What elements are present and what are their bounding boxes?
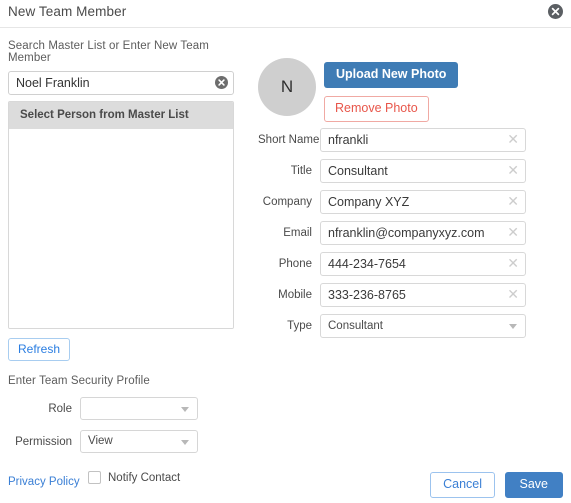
clear-x-icon[interactable]: ✕	[507, 287, 519, 302]
field-input[interactable]	[320, 128, 526, 152]
refresh-button[interactable]: Refresh	[8, 338, 71, 361]
master-list-panel: Search Master List or Enter New Team Mem…	[8, 40, 238, 484]
field-label: Title	[290, 165, 312, 177]
cancel-button[interactable]: Cancel	[430, 472, 496, 498]
clear-circle-icon[interactable]	[215, 76, 228, 89]
type-selected-value: Consultant	[328, 320, 383, 332]
clear-x-icon[interactable]: ✕	[507, 256, 519, 271]
chevron-down-icon	[181, 440, 189, 445]
role-row: Role	[8, 397, 238, 420]
field-wrapper: ✕	[320, 252, 526, 276]
type-row: Type Consultant	[258, 314, 563, 338]
dialog-footer: Cancel Save	[430, 472, 563, 498]
notify-contact-row: Notify Contact	[88, 471, 238, 484]
privacy-policy-link[interactable]: Privacy Policy	[8, 476, 80, 488]
search-input[interactable]	[8, 71, 234, 95]
search-field-wrapper	[8, 71, 234, 95]
fields-container: Short Name✕Title✕Company✕Email✕Phone✕Mob…	[258, 128, 563, 307]
field-wrapper: ✕	[320, 221, 526, 245]
chevron-down-icon	[509, 324, 517, 329]
field-row: Short Name ✕	[258, 128, 563, 152]
field-row: Title ✕	[258, 159, 563, 183]
permission-selected-value: View	[88, 435, 113, 447]
role-label: Role	[48, 402, 72, 415]
clear-x-icon[interactable]: ✕	[507, 194, 519, 209]
notify-contact-checkbox[interactable]	[88, 471, 101, 484]
page-title: New Team Member	[8, 4, 127, 19]
field-wrapper: ✕	[320, 283, 526, 307]
close-icon[interactable]	[548, 4, 563, 19]
avatar: N	[258, 58, 316, 116]
search-label: Search Master List or Enter New Team Mem…	[8, 40, 209, 64]
role-select[interactable]	[80, 397, 198, 420]
field-wrapper: ✕	[320, 159, 526, 183]
field-label: Short Name	[258, 134, 320, 146]
permission-row: Permission View	[8, 430, 238, 453]
save-button[interactable]: Save	[504, 472, 563, 498]
master-list-box[interactable]: Select Person from Master List	[8, 101, 234, 329]
field-input[interactable]	[320, 283, 526, 307]
field-wrapper: ✕	[320, 190, 526, 214]
clear-x-icon[interactable]: ✕	[507, 225, 519, 240]
clear-x-icon[interactable]: ✕	[507, 163, 519, 178]
field-input[interactable]	[320, 190, 526, 214]
type-select[interactable]: Consultant	[320, 314, 526, 338]
chevron-down-icon	[181, 407, 189, 412]
type-label: Type	[287, 320, 312, 332]
field-label: Phone	[278, 258, 312, 270]
dialog-header: New Team Member	[0, 0, 571, 28]
field-label: Company	[262, 196, 312, 208]
field-wrapper: ✕	[320, 128, 526, 152]
field-input[interactable]	[320, 252, 526, 276]
field-row: Email ✕	[258, 221, 563, 245]
upload-new-photo-button[interactable]: Upload New Photo	[324, 62, 459, 88]
member-details-panel: N Upload New Photo Remove Photo Short Na…	[258, 58, 563, 345]
field-label: Mobile	[278, 289, 312, 301]
security-profile-label: Enter Team Security Profile	[8, 375, 150, 387]
notify-contact-label: Notify Contact	[108, 471, 181, 484]
remove-photo-button[interactable]: Remove Photo	[324, 96, 429, 122]
field-row: Phone ✕	[258, 252, 563, 276]
permission-select[interactable]: View	[80, 430, 198, 453]
field-label: Email	[283, 227, 312, 239]
master-list-header: Select Person from Master List	[9, 102, 233, 129]
master-list-body[interactable]	[9, 129, 233, 328]
photo-row: N Upload New Photo Remove Photo	[258, 58, 563, 128]
field-row: Mobile ✕	[258, 283, 563, 307]
field-input[interactable]	[320, 159, 526, 183]
field-row: Company ✕	[258, 190, 563, 214]
field-input[interactable]	[320, 221, 526, 245]
clear-x-icon[interactable]: ✕	[507, 132, 519, 147]
permission-label: Permission	[15, 435, 72, 448]
